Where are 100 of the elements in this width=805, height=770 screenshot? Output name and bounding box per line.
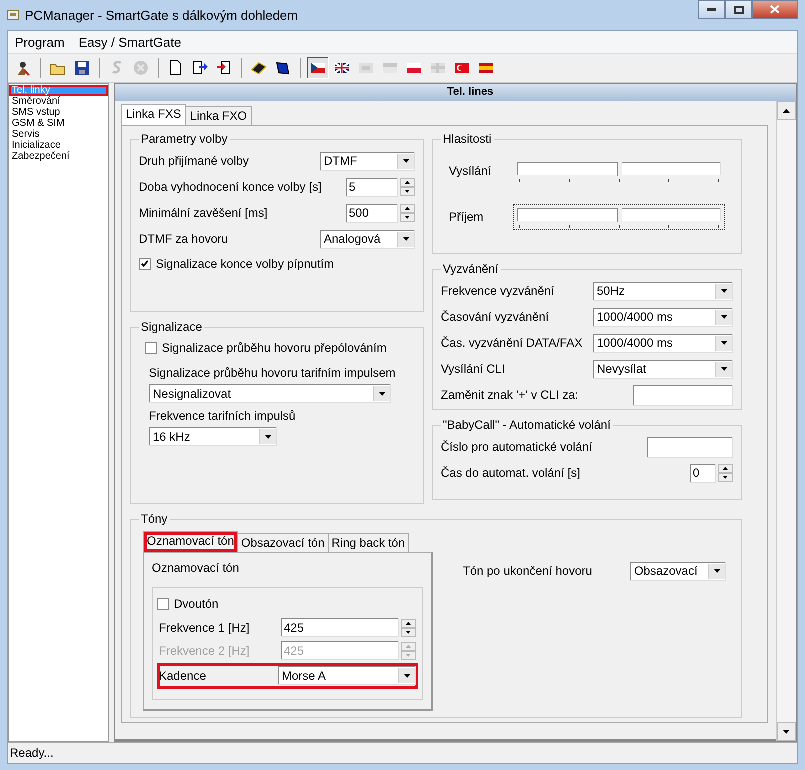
dropdown[interactable]: Analogová	[320, 230, 415, 248]
close-icon	[770, 5, 780, 14]
maximize-button[interactable]	[725, 0, 752, 19]
dropdown-arrow-icon	[378, 392, 386, 396]
sidebar-item[interactable]: SMS vstup	[9, 107, 108, 118]
group-title: Vyzvánění	[442, 262, 500, 276]
minimize-button[interactable]	[698, 0, 725, 19]
spin-field[interactable]: 5	[346, 178, 398, 196]
checkbox[interactable]	[139, 258, 151, 270]
spin-down-button[interactable]	[718, 473, 733, 482]
checkbox-label: Signalizace průběhu hovoru přepólováním	[162, 341, 387, 355]
dropdown[interactable]: Nevysílat	[593, 360, 733, 378]
flag-icon	[334, 62, 350, 74]
dropdown-arrow-icon	[402, 159, 410, 163]
field-label: Čas do automat. volání [s]	[441, 466, 580, 480]
spin-down-button[interactable]	[400, 187, 415, 196]
document-import-icon	[217, 62, 230, 74]
sidebar-item[interactable]: Inicializace	[9, 140, 108, 151]
dropdown[interactable]: Nesignalizovat	[149, 384, 391, 403]
down-arrow-icon	[723, 476, 728, 479]
down-arrow-icon	[405, 216, 410, 219]
up-arrow-icon	[406, 622, 411, 625]
field-label: Čas. vyzvánění DATA/FAX	[441, 336, 583, 350]
close-button[interactable]	[752, 0, 798, 19]
dropdown-arrow-icon	[720, 289, 728, 293]
chain-icon	[112, 61, 122, 74]
field-label: Vysílání CLI	[441, 362, 506, 376]
down-arrow-icon	[406, 654, 411, 657]
field-label: DTMF za hovoru	[139, 232, 228, 246]
group-title: Signalizace	[140, 320, 204, 334]
tab[interactable]: Linka FXO	[185, 106, 252, 125]
menu-item[interactable]: Easy / SmartGate	[78, 34, 182, 50]
tab[interactable]: Oznamovací tón	[143, 530, 238, 552]
flag-icon	[479, 63, 493, 73]
down-arrow-icon	[405, 190, 410, 193]
spin-down-button[interactable]	[400, 213, 415, 222]
spin-up-button[interactable]	[718, 464, 733, 473]
dropdown[interactable]: 16 kHz	[149, 427, 277, 446]
checkbox[interactable]	[157, 598, 169, 610]
field-label: Vysílání	[449, 164, 492, 178]
input-field[interactable]	[633, 384, 733, 406]
group-title: Parametry volby	[140, 132, 229, 146]
dropdown[interactable]: 50Hz	[593, 282, 733, 300]
spin-up-button[interactable]	[401, 618, 416, 628]
spin-field[interactable]: 425	[281, 618, 399, 638]
checkbox-label: Signalizace konce volby pípnutím	[156, 257, 334, 271]
down-arrow-icon	[406, 630, 411, 634]
tab[interactable]: Linka FXS	[121, 104, 186, 125]
scrollbar[interactable]	[776, 101, 796, 741]
spin-up-button[interactable]	[400, 204, 415, 213]
flag-icon	[430, 62, 446, 74]
dropdown-arrow-icon	[264, 434, 272, 438]
dropdown-arrow-icon	[714, 569, 721, 573]
field-label: Minimální zavěšení [ms]	[139, 206, 268, 220]
dropdown[interactable]: 1000/4000 ms	[593, 334, 733, 352]
field-label: Kadence	[159, 668, 206, 683]
slider[interactable]	[513, 204, 725, 230]
sidebar-item[interactable]: GSM & SIM	[9, 118, 108, 129]
field-label: Frekvence 1 [Hz]	[159, 620, 250, 635]
group-title: Hlasitosti	[442, 132, 493, 146]
field-label: Frekvence tarifních impulsů	[149, 409, 297, 423]
app-icon	[7, 10, 19, 20]
field-label: Frekvence vyzvánění	[441, 284, 554, 298]
dropdown[interactable]: 1000/4000 ms	[593, 308, 733, 326]
save-icon	[75, 61, 89, 75]
up-arrow-icon	[406, 644, 411, 648]
dropdown[interactable]: Morse A	[278, 666, 416, 686]
panel-header: Tel. lines	[115, 84, 796, 101]
scroll-up-button[interactable]	[777, 101, 796, 120]
group-title: "BabyCall" - Automatické volání	[442, 418, 612, 432]
scroll-down-button[interactable]	[777, 722, 796, 741]
slider-thumb[interactable]	[617, 208, 622, 222]
sidebar-item[interactable]: Servis	[9, 129, 108, 140]
input-field[interactable]	[647, 436, 733, 458]
spin-field[interactable]: 500	[346, 204, 398, 222]
document-icon	[170, 60, 182, 76]
folder-icon	[50, 64, 66, 76]
down-arrow-icon	[783, 730, 790, 734]
up-arrow-icon	[723, 467, 728, 470]
sidebar-item[interactable]: Směrování	[9, 96, 108, 107]
checkbox[interactable]	[145, 342, 157, 354]
toolbar-button[interactable]	[307, 57, 329, 79]
field-label: Tón po ukončení hovoru	[463, 564, 592, 578]
menu-item[interactable]: Program	[14, 34, 66, 50]
dropdown[interactable]: Obsazovací	[630, 562, 726, 580]
dropdown-arrow-icon	[720, 367, 728, 371]
status-text: Ready...	[8, 742, 797, 763]
dropdown[interactable]: DTMF	[320, 152, 415, 170]
cancel-icon	[134, 61, 148, 75]
spin-up-button[interactable]	[400, 178, 415, 187]
minimize-icon	[707, 8, 716, 11]
tab[interactable]: Ring back tón	[328, 532, 410, 552]
flag-icon	[359, 63, 373, 73]
field-label: Doba vyhodnocení konce volby [s]	[139, 180, 322, 194]
field-label: Druh přijímané volby	[139, 154, 250, 168]
flag-icon	[407, 63, 421, 73]
sidebar-item[interactable]: Zabezpečení	[9, 151, 108, 162]
spin-field[interactable]: 0	[690, 464, 716, 482]
up-arrow-icon	[405, 207, 410, 210]
field-label: Číslo pro automatické volání	[441, 440, 592, 454]
